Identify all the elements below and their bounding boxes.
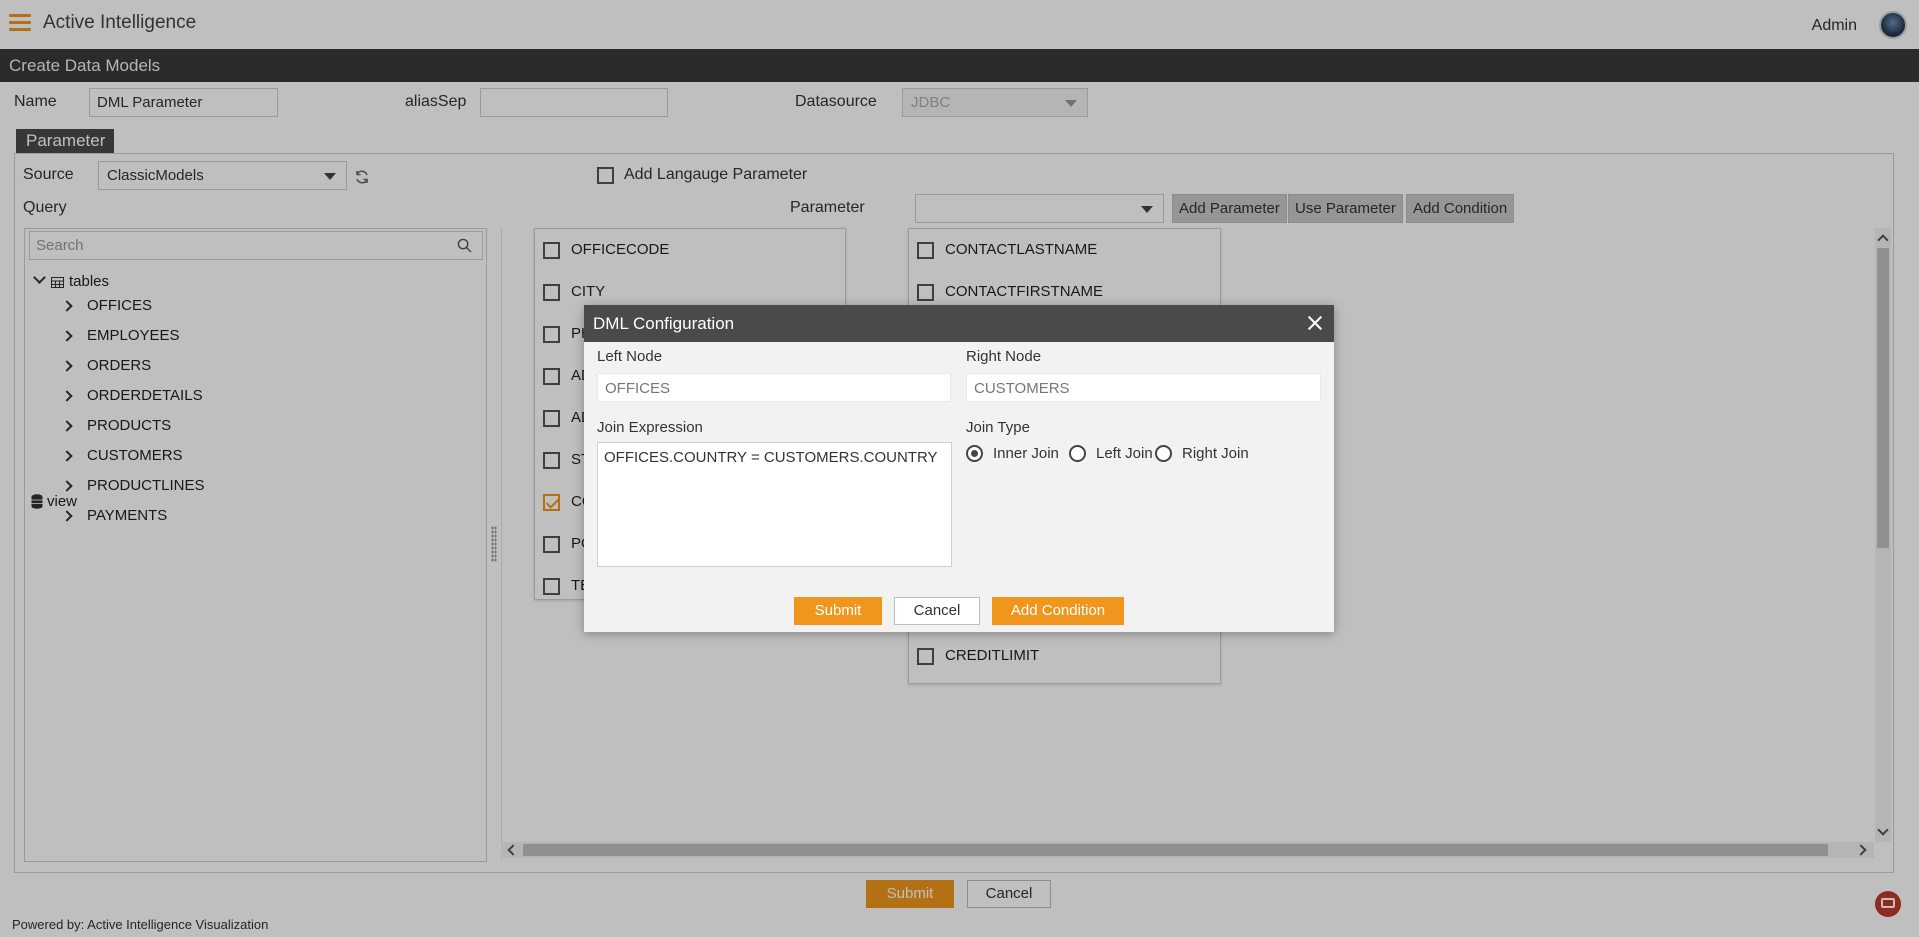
dialog-header: DML Configuration [584, 305, 1334, 342]
join-type-label[interactable]: Right Join [1182, 445, 1249, 462]
dialog-cancel-button[interactable]: Cancel [894, 597, 980, 625]
left-node-input[interactable]: OFFICES [597, 373, 951, 402]
join-type-label[interactable]: Inner Join [993, 445, 1059, 462]
dml-configuration-dialog: DML Configuration Left Node OFFICES Righ… [584, 305, 1334, 632]
close-icon[interactable] [1306, 314, 1324, 332]
dialog-submit-button[interactable]: Submit [794, 597, 882, 625]
right-node-label: Right Node [966, 348, 1042, 365]
join-type-label: Join Type [966, 419, 1030, 436]
left-node-label: Left Node [597, 348, 663, 365]
join-type-radio[interactable] [1069, 445, 1086, 462]
join-expression-textarea[interactable]: OFFICES.COUNTRY = CUSTOMERS.COUNTRY [597, 442, 952, 567]
join-type-radio[interactable] [966, 445, 983, 462]
join-expression-label: Join Expression [597, 419, 703, 436]
right-node-input[interactable]: CUSTOMERS [966, 373, 1321, 402]
join-type-radio[interactable] [1155, 445, 1172, 462]
dialog-add-condition-button[interactable]: Add Condition [992, 597, 1124, 625]
dialog-title: DML Configuration [593, 314, 735, 333]
join-type-label[interactable]: Left Join [1096, 445, 1153, 462]
